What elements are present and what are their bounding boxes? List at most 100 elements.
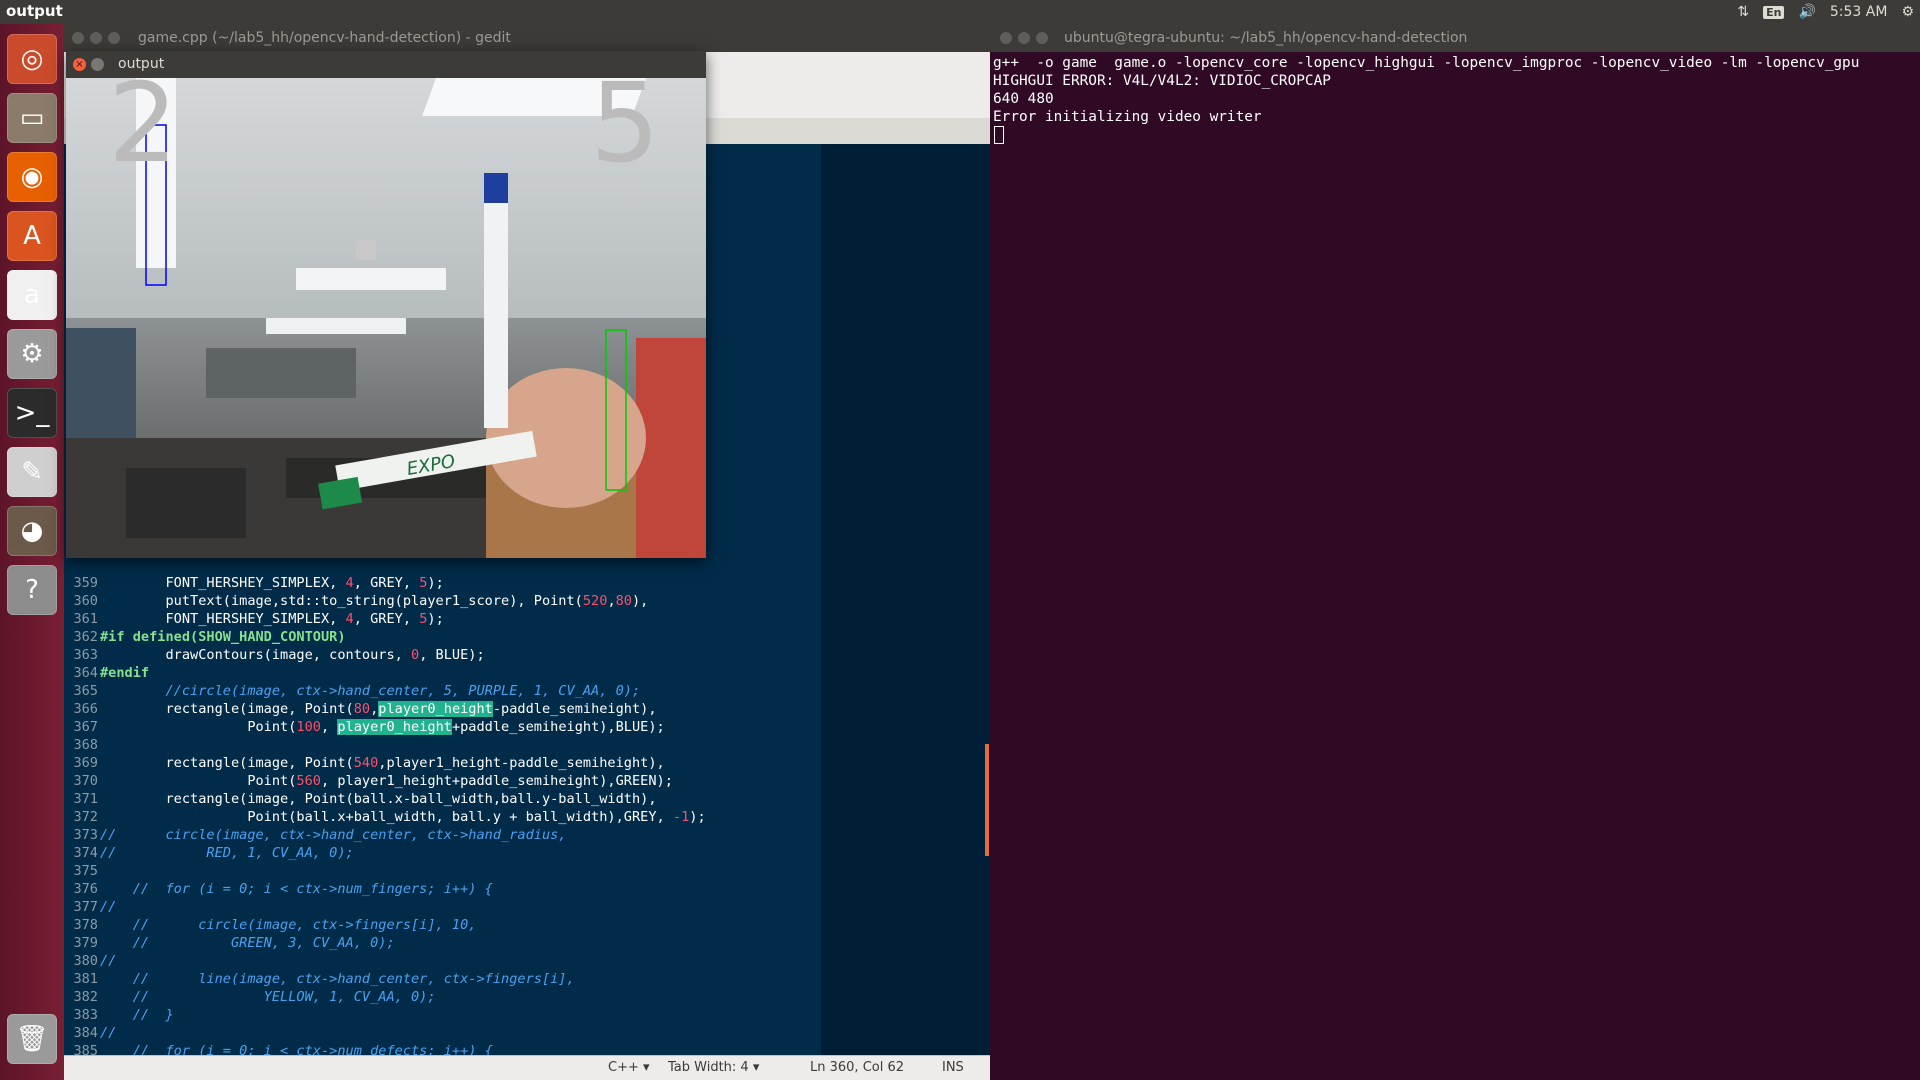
output-window[interactable]: × output EXPO 2 5 bbox=[66, 51, 706, 558]
line-number: 361 bbox=[73, 611, 98, 627]
line-text: // YELLOW, 1, CV_AA, 0); bbox=[100, 989, 436, 1005]
terminal-icon[interactable]: >_ bbox=[7, 388, 57, 438]
code-line: 384// bbox=[64, 1024, 821, 1042]
gear-icon[interactable]: ⚙ bbox=[1901, 4, 1914, 20]
gimp-icon[interactable]: ◕ bbox=[7, 506, 57, 556]
language-selector[interactable]: C++ ▾ bbox=[608, 1060, 650, 1075]
code-line: 365 //circle(image, ctx->hand_center, 5,… bbox=[64, 682, 821, 700]
code-lines: 359 FONT_HERSHEY_SIMPLEX, 4, GREY, 5); 36… bbox=[64, 574, 821, 1078]
line-number: 379 bbox=[73, 935, 98, 951]
unity-launcher: ◎ ▭ ◉ Aa ⚙ >_ ✎ ◕? 🗑 bbox=[0, 24, 64, 1080]
close-button[interactable] bbox=[72, 32, 84, 44]
line-number: 370 bbox=[73, 773, 98, 789]
maximize-button[interactable] bbox=[1036, 32, 1048, 44]
system-settings-icon[interactable]: ⚙ bbox=[7, 329, 57, 379]
code-line: 383 // } bbox=[64, 1006, 821, 1024]
line-number: 368 bbox=[73, 737, 98, 753]
output-title: output bbox=[118, 56, 165, 72]
line-text: //circle(image, ctx->hand_center, 5, PUR… bbox=[100, 683, 641, 699]
terminal-output: g++ -o game game.o -lopencv_core -lopenc… bbox=[993, 54, 1859, 126]
help-icon[interactable]: ? bbox=[7, 565, 57, 615]
line-text: // GREEN, 3, CV_AA, 0); bbox=[100, 935, 395, 951]
gedit-title: game.cpp (~/lab5_hh/opencv-hand-detectio… bbox=[138, 30, 511, 46]
line-number: 376 bbox=[73, 881, 98, 897]
files-icon[interactable]: ▭ bbox=[7, 93, 57, 143]
right-margin-area bbox=[821, 144, 990, 1080]
code-line: 376 // for (i = 0; i < ctx->num_fingers;… bbox=[64, 880, 821, 898]
line-text: // bbox=[100, 953, 117, 969]
line-text: Point(100, player0_height+paddle_semihei… bbox=[100, 719, 665, 735]
line-text: FONT_HERSHEY_SIMPLEX, 4, GREY, 5); bbox=[100, 611, 444, 627]
line-text: // circle(image, ctx->hand_center, ctx->… bbox=[100, 827, 567, 843]
line-text: FONT_HERSHEY_SIMPLEX, 4, GREY, 5); bbox=[100, 575, 444, 591]
line-number: 367 bbox=[73, 719, 98, 735]
code-line: 372 Point(ball.x+ball_width, ball.y + ba… bbox=[64, 808, 821, 826]
cursor-position: Ln 360, Col 62 bbox=[810, 1060, 905, 1075]
volume-icon[interactable]: 🔊 bbox=[1798, 4, 1815, 20]
minimize-button[interactable] bbox=[91, 58, 104, 71]
line-number: 366 bbox=[73, 701, 98, 717]
top-panel: output ⇅ En 🔊 5:53 AM ⚙ bbox=[0, 0, 1920, 24]
close-button[interactable] bbox=[1000, 32, 1012, 44]
line-number: 374 bbox=[73, 845, 98, 861]
line-number: 383 bbox=[73, 1007, 98, 1023]
code-line: 371 rectangle(image, Point(ball.x-ball_w… bbox=[64, 790, 821, 808]
tab-width-selector[interactable]: Tab Width: 4 ▾ bbox=[668, 1060, 759, 1075]
line-number: 362 bbox=[73, 629, 98, 645]
scrollbar-thumb[interactable] bbox=[985, 744, 989, 856]
terminal-titlebar: ubuntu@tegra-ubuntu: ~/lab5_hh/opencv-ha… bbox=[990, 24, 1920, 52]
code-line: 369 rectangle(image, Point(540,player1_h… bbox=[64, 754, 821, 772]
line-text: #endif bbox=[100, 665, 150, 681]
code-line: 374// RED, 1, CV_AA, 0); bbox=[64, 844, 821, 862]
terminal-window[interactable]: ubuntu@tegra-ubuntu: ~/lab5_hh/opencv-ha… bbox=[990, 24, 1920, 1080]
line-number: 371 bbox=[73, 791, 98, 807]
line-number: 365 bbox=[73, 683, 98, 699]
code-line: 363 drawContours(image, contours, 0, BLU… bbox=[64, 646, 821, 664]
minimize-button[interactable] bbox=[90, 32, 102, 44]
line-number: 359 bbox=[73, 575, 98, 591]
gedit-statusbar: C++ ▾ Tab Width: 4 ▾ Ln 360, Col 62 INS bbox=[64, 1055, 990, 1080]
terminal-cursor bbox=[994, 126, 1004, 144]
software-center-icon[interactable]: A bbox=[7, 211, 57, 261]
close-button[interactable]: × bbox=[73, 58, 86, 71]
ball bbox=[356, 240, 376, 260]
code-line: 379 // GREEN, 3, CV_AA, 0); bbox=[64, 934, 821, 952]
code-line: 366 rectangle(image, Point(80,player0_he… bbox=[64, 700, 821, 718]
code-line: 361 FONT_HERSHEY_SIMPLEX, 4, GREY, 5); bbox=[64, 610, 821, 628]
code-line: 381 // line(image, ctx->hand_center, ctx… bbox=[64, 970, 821, 988]
camera-frame: EXPO 2 5 bbox=[66, 78, 706, 558]
code-line: 378 // circle(image, ctx->fingers[i], 10… bbox=[64, 916, 821, 934]
code-line: 359 FONT_HERSHEY_SIMPLEX, 4, GREY, 5); bbox=[64, 574, 821, 592]
ubuntu-dash-icon[interactable]: ◎ bbox=[7, 34, 57, 84]
line-text: // circle(image, ctx->fingers[i], 10, bbox=[100, 917, 477, 933]
terminal-line: g++ -o game game.o -lopencv_core -lopenc… bbox=[993, 55, 1860, 71]
trash-icon[interactable]: 🗑 bbox=[7, 1014, 57, 1064]
keyboard-layout-indicator[interactable]: En bbox=[1763, 5, 1785, 19]
minimize-button[interactable] bbox=[1018, 32, 1030, 44]
text-editor-icon[interactable]: ✎ bbox=[7, 447, 57, 497]
firefox-icon[interactable]: ◉ bbox=[7, 152, 57, 202]
line-text: // bbox=[100, 1025, 117, 1041]
line-text: // for (i = 0; i < ctx->num_fingers; i++… bbox=[100, 881, 493, 897]
system-tray: ⇅ En 🔊 5:53 AM ⚙ bbox=[1737, 0, 1914, 24]
line-text: // } bbox=[100, 1007, 174, 1023]
code-line: 360 putText(image,std::to_string(player1… bbox=[64, 592, 821, 610]
amazon-icon[interactable]: a bbox=[7, 270, 57, 320]
maximize-button[interactable] bbox=[108, 32, 120, 44]
code-line: 368 bbox=[64, 736, 821, 754]
clock[interactable]: 5:53 AM bbox=[1830, 4, 1888, 20]
score-left: 2 bbox=[108, 78, 178, 187]
output-titlebar: × output bbox=[66, 51, 706, 78]
terminal-line: Error initializing video writer bbox=[993, 109, 1262, 125]
terminal-title: ubuntu@tegra-ubuntu: ~/lab5_hh/opencv-ha… bbox=[1064, 30, 1468, 46]
line-number: 382 bbox=[73, 989, 98, 1005]
line-number: 377 bbox=[73, 899, 98, 915]
terminal-line: 640 480 bbox=[993, 91, 1054, 107]
line-text: #if defined(SHOW_HAND_CONTOUR) bbox=[100, 629, 346, 645]
line-number: 381 bbox=[73, 971, 98, 987]
line-text: // RED, 1, CV_AA, 0); bbox=[100, 845, 354, 861]
network-icon[interactable]: ⇅ bbox=[1737, 4, 1749, 20]
line-text: putText(image,std::to_string(player1_sco… bbox=[100, 593, 649, 609]
line-text: Point(560, player1_height+paddle_semihei… bbox=[100, 773, 673, 789]
code-line: 377// bbox=[64, 898, 821, 916]
